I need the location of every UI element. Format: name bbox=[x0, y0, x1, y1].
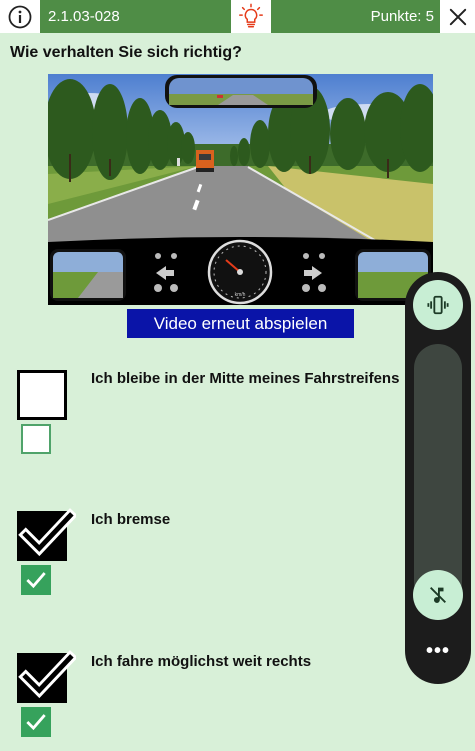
close-icon bbox=[449, 8, 466, 25]
answer-3-text: Ich fahre möglichst weit rechts bbox=[91, 653, 312, 670]
answer-2-text: Ich bremse bbox=[91, 511, 171, 528]
answer-2-checkbox[interactable] bbox=[21, 565, 51, 595]
vibrate-mode-button[interactable] bbox=[413, 280, 463, 330]
volume-slider[interactable] bbox=[414, 344, 462, 606]
lightbulb-icon bbox=[239, 3, 263, 28]
info-icon bbox=[8, 5, 32, 28]
question-text: Wie verhalten Sie sich richtig? bbox=[10, 44, 242, 61]
more-options-button[interactable]: ••• bbox=[405, 640, 471, 663]
mute-button[interactable] bbox=[413, 570, 463, 620]
question-id: 2.1.03-028 bbox=[40, 0, 231, 33]
music-note-off-icon bbox=[430, 587, 446, 603]
vibrate-icon bbox=[427, 295, 449, 315]
volume-panel: ••• bbox=[405, 272, 471, 684]
answer-3-image-checkbox[interactable] bbox=[17, 650, 76, 703]
close-button[interactable] bbox=[440, 0, 475, 33]
replay-video-button[interactable]: Video erneut abspielen bbox=[127, 309, 354, 338]
answer-3-checkbox[interactable] bbox=[21, 707, 51, 737]
checkmark-icon bbox=[18, 650, 76, 699]
answer-1-text: Ich bleibe in der Mitte meines Fahrstrei… bbox=[91, 370, 400, 387]
header-bar: 2.1.03-028 Punkte: 5 bbox=[0, 0, 475, 33]
answers-list: Ich bleibe in der Mitte meines Fahrstrei… bbox=[0, 340, 406, 751]
checkmark-icon bbox=[26, 714, 46, 731]
svg-text:km/h: km/h bbox=[235, 292, 246, 298]
checkmark-icon bbox=[26, 572, 46, 589]
driving-scene-video[interactable]: km/h bbox=[48, 74, 433, 305]
score-label: Punkte: 5 bbox=[271, 0, 440, 33]
checkmark-icon bbox=[18, 508, 76, 557]
info-button[interactable] bbox=[0, 0, 40, 33]
answer-1-image-checkbox[interactable] bbox=[17, 370, 67, 420]
answer-2-image-checkbox[interactable] bbox=[17, 508, 76, 561]
answer-1-checkbox[interactable] bbox=[21, 424, 51, 454]
hint-button[interactable] bbox=[231, 0, 271, 33]
